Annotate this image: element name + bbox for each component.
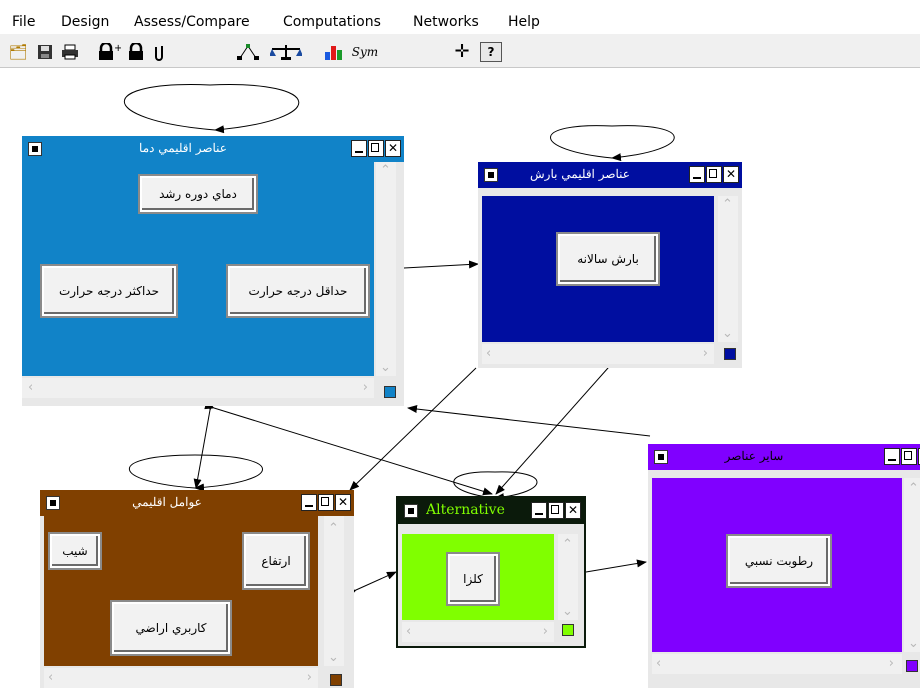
window-temperature[interactable]: عناصر اقليمي دما دماي دوره رشد حداكثر در… [22,136,404,406]
window-client: دماي دوره رشد حداكثر درجه حرارت حداقل در… [22,162,374,376]
minimize-button[interactable] [884,448,900,465]
window-climatic-factors[interactable]: عوامل اقليمي شيب ارتفاع كاربري اراضي ⌃⌄ … [40,490,354,688]
horizontal-scrollbar[interactable]: ‹ › [44,668,318,688]
maximize-button[interactable] [548,502,564,519]
window-color-swatch [724,348,736,360]
close-button[interactable] [385,140,401,157]
arc-rain-alt [495,358,617,495]
close-button[interactable] [335,494,351,511]
titlebar[interactable]: ساير عناصر [648,444,920,470]
minimize-button[interactable] [301,494,317,511]
loop-alt [453,471,538,502]
vertical-scrollbar[interactable]: ⌃ ⌄ [904,478,920,652]
arc-alt-other [576,559,647,578]
vertical-scrollbar[interactable]: ⌃ ⌄ [376,162,396,376]
window-color-swatch [906,660,918,672]
window-title: عوامل اقليمي [132,495,202,509]
node-max-temperature[interactable]: حداكثر درجه حرارت [40,264,178,318]
window-title: عناصر اقليمي بارش [530,167,630,181]
maximize-button[interactable] [706,166,722,183]
lock-icon[interactable] [126,42,146,62]
loop-temp [124,84,300,134]
horizontal-scrollbar[interactable]: ‹ › [22,378,374,398]
system-menu-icon[interactable] [654,450,668,464]
minimize-button[interactable] [531,502,547,519]
arc-temp-geo [193,400,216,489]
node-growth-temperature[interactable]: دماي دوره رشد [138,174,258,214]
menu-help[interactable]: Help [508,14,540,30]
window-title: عناصر اقليمي دما [139,141,227,155]
attach-icon[interactable] [152,42,166,62]
menu-computations[interactable]: Computations [283,14,381,30]
window-alternative[interactable]: Alternative كلزا ⌃⌄ ‹› [396,496,586,648]
minimize-button[interactable] [351,140,367,157]
maximize-button[interactable] [901,448,917,465]
window-precipitation[interactable]: عناصر اقليمي بارش بارش سالانه ⌃⌄ ‹› [478,162,742,368]
close-button[interactable] [723,166,739,183]
tree-icon[interactable] [236,42,260,62]
arc-temp-alt [204,401,493,496]
node-canola[interactable]: كلزا [446,552,500,606]
arc-geo-alt [346,571,397,598]
arc-temp-rain [394,260,479,273]
horizontal-scrollbar[interactable]: ‹ › [482,344,714,364]
node-slope[interactable]: شيب [48,532,102,570]
save-icon[interactable] [36,42,54,62]
balance-icon[interactable] [270,42,302,62]
window-client: رطوبت نسبي [652,478,902,652]
minimize-button[interactable] [689,166,705,183]
menu-file[interactable]: File [12,14,35,30]
node-elevation[interactable]: ارتفاع [242,532,310,590]
node-annual-precipitation[interactable]: بارش سالانه [556,232,660,286]
vertical-scrollbar[interactable]: ⌃ ⌄ [324,516,344,666]
svg-text:+: + [114,43,121,54]
close-button[interactable] [565,502,581,519]
loop-geo [129,454,263,492]
print-icon[interactable] [60,42,80,62]
maximize-button[interactable] [318,494,334,511]
help-icon[interactable]: ? [480,42,502,62]
menu-bar: File Design Assess/Compare Computations … [0,0,920,34]
node-land-use[interactable]: كاربري اراضي [110,600,232,656]
system-menu-icon[interactable] [28,142,42,156]
vertical-scrollbar[interactable]: ⌃ ⌄ [558,534,578,620]
window-color-swatch [562,624,574,636]
window-client: كلزا [402,534,554,620]
menu-assess-compare[interactable]: Assess/Compare [134,14,250,30]
system-menu-icon[interactable] [484,168,498,182]
titlebar[interactable]: عناصر اقليمي دما [22,136,404,162]
system-menu-icon[interactable] [404,504,418,518]
window-title: ساير عناصر [724,449,784,463]
open-icon[interactable]: 🗂 [8,42,28,62]
titlebar[interactable]: عوامل اقليمي [40,490,354,516]
node-relative-humidity[interactable]: رطوبت نسبي [726,534,832,588]
menu-networks[interactable]: Networks [413,14,479,30]
system-menu-icon[interactable] [46,496,60,510]
titlebar[interactable]: Alternative [398,498,584,524]
titlebar[interactable]: عناصر اقليمي بارش [478,162,742,188]
loop-rain [550,125,675,162]
crosshair-icon[interactable]: ✛ [452,42,472,62]
window-title: Alternative [426,502,505,518]
horizontal-scrollbar[interactable]: ‹ › [402,622,554,642]
horizontal-scrollbar[interactable]: ‹ › [652,654,902,674]
window-client: شيب ارتفاع كاربري اراضي [44,516,318,666]
bar-chart-icon[interactable] [322,42,346,62]
window-color-swatch [384,386,396,398]
arc-other-temp [407,405,651,437]
menu-design[interactable]: Design [61,14,109,30]
vertical-scrollbar[interactable]: ⌃ ⌄ [718,196,738,342]
window-other-elements[interactable]: ساير عناصر رطوبت نسبي ⌃⌄ ‹› [648,444,920,688]
window-client: بارش سالانه [482,196,714,342]
toolbar: 🗂 + Sym ✛ ? [0,34,920,68]
node-min-temperature[interactable]: حداقل درجه حرارت [226,264,370,318]
maximize-button[interactable] [368,140,384,157]
lock-plus-icon[interactable]: + [96,42,122,62]
window-color-swatch [330,674,342,686]
sym-icon[interactable]: Sym [350,42,380,62]
